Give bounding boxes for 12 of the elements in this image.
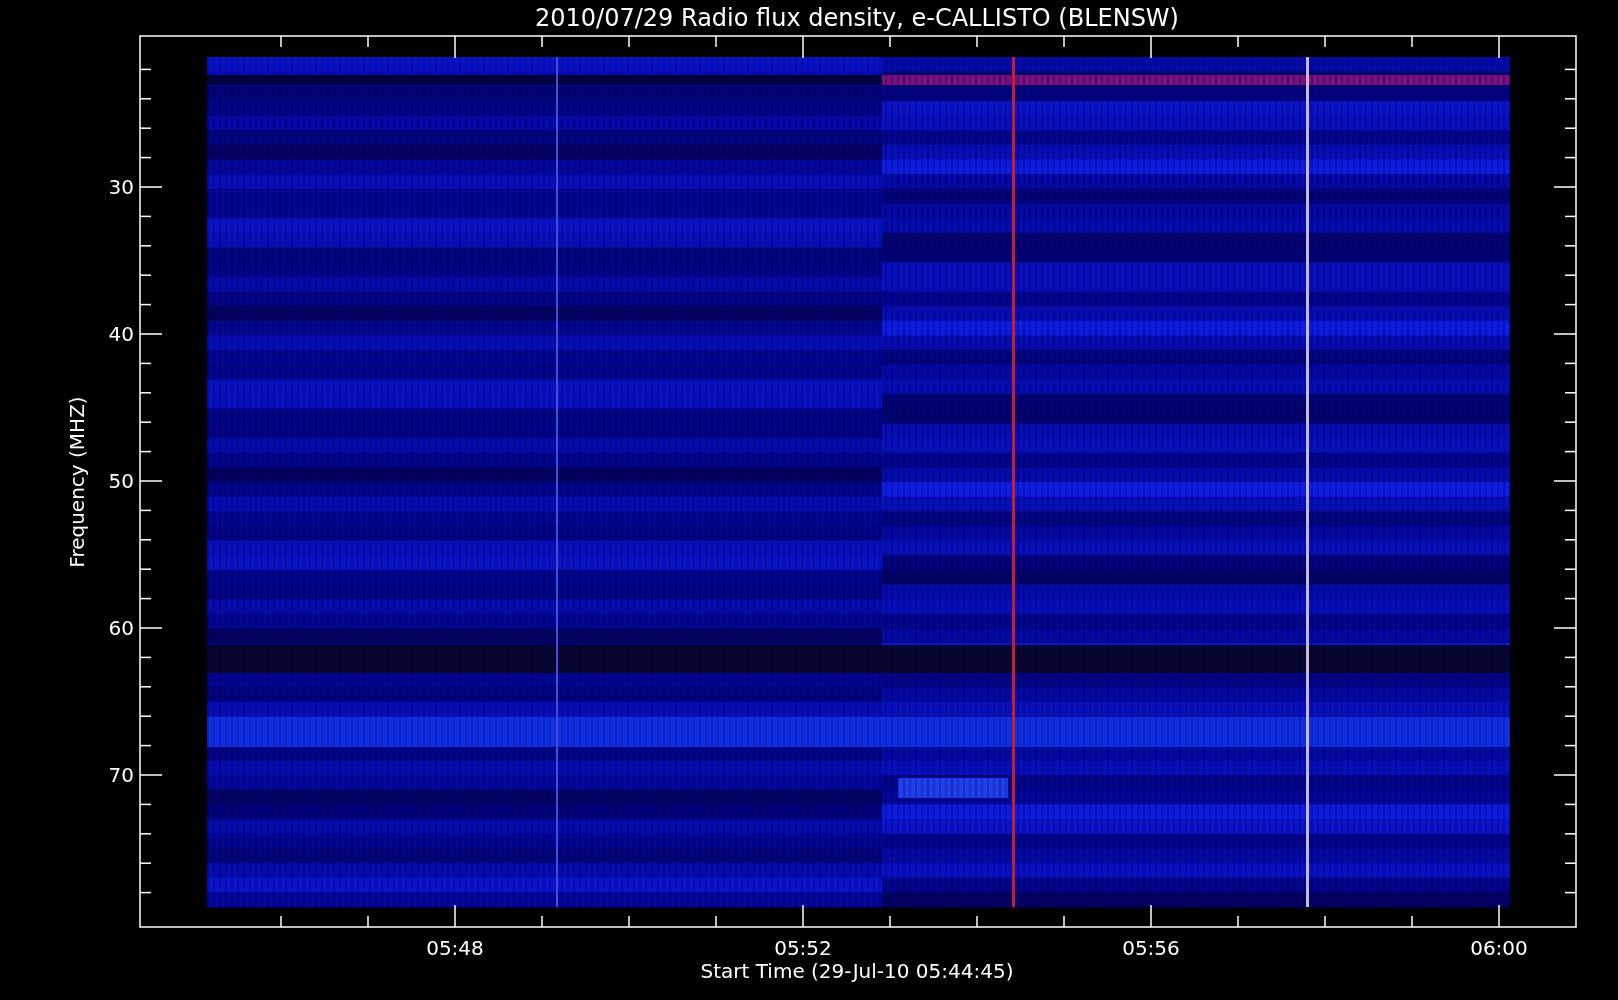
y-tick-label: 60 [108,616,134,640]
y-axis-label: Frequency (MHZ) [65,396,89,568]
chart-title: 2010/07/29 Radio flux density, e-CALLISTO (BLENSW) [535,4,1179,32]
y-tick-label: 40 [108,322,134,346]
x-axis-label: Start Time (29-Jul-10 05:44:45) [700,959,1014,983]
y-tick-label: 50 [108,469,134,493]
x-tick-label: 05:56 [1122,936,1180,960]
y-tick-label: 30 [108,175,134,199]
x-tick-label: 06:00 [1470,936,1528,960]
x-tick-label: 05:52 [774,936,832,960]
y-tick-label: 70 [108,763,134,787]
x-tick-label: 05:48 [426,936,484,960]
